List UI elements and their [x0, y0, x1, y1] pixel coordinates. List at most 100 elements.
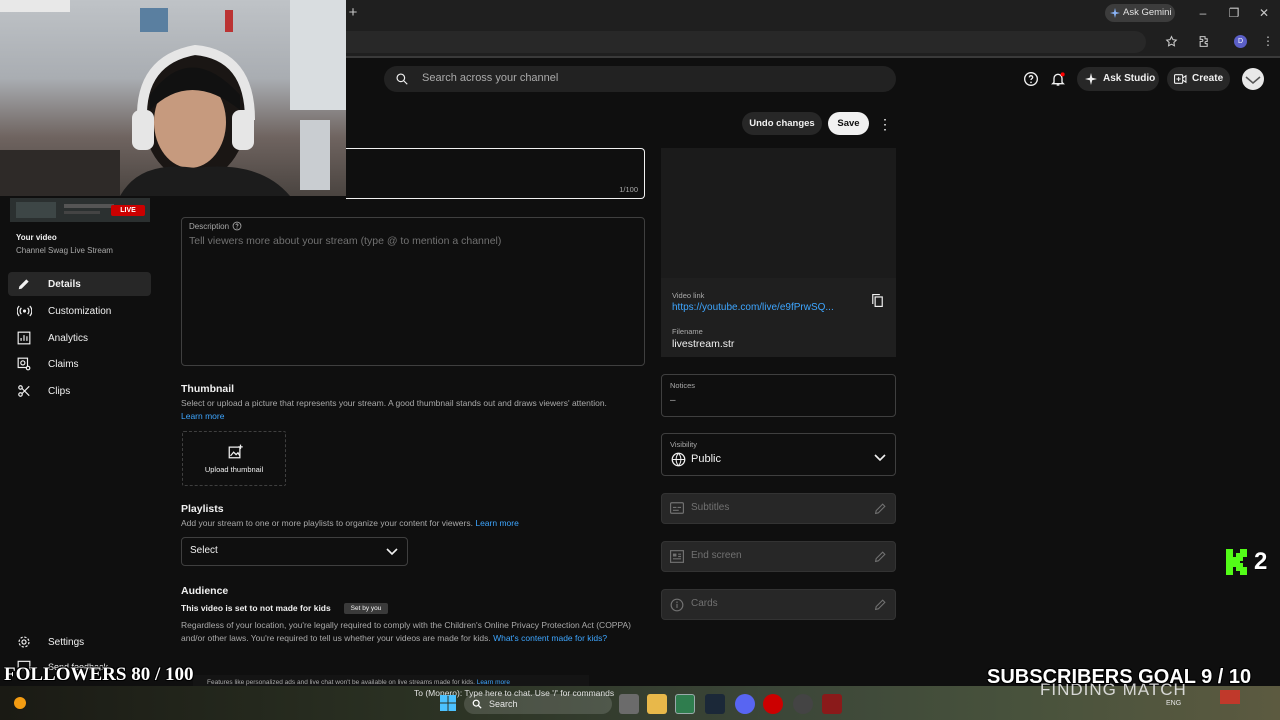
restore-window-button[interactable]: ❐ — [1226, 5, 1242, 21]
edit-pencil-icon[interactable] — [874, 502, 887, 515]
chevron-down-icon — [874, 454, 886, 462]
new-tab-button[interactable]: + — [346, 5, 360, 21]
your-video-label: Your video — [16, 233, 57, 242]
edit-pencil-icon[interactable] — [874, 598, 887, 611]
extensions-icon[interactable] — [1198, 35, 1211, 48]
save-button[interactable]: Save — [828, 112, 869, 135]
sidebar-item-label: Analytics — [48, 333, 89, 344]
globe-icon — [671, 452, 686, 467]
sidebar-item-label: Customization — [48, 306, 112, 317]
close-window-button[interactable]: ✕ — [1256, 5, 1272, 21]
ask-studio-button[interactable]: Ask Studio — [1077, 67, 1159, 91]
create-button[interactable]: Create — [1167, 67, 1230, 91]
undo-changes-button[interactable]: Undo changes — [742, 112, 822, 135]
sidebar-settings[interactable]: Settings — [8, 630, 151, 654]
browser-menu-icon[interactable]: ⋮ — [1262, 34, 1274, 48]
video-preview-player[interactable] — [661, 148, 896, 278]
score-counter: 2 — [1254, 548, 1268, 575]
thumbnail-text: Select or upload a picture that represen… — [181, 398, 607, 408]
notices-label: Notices — [670, 381, 696, 390]
footer-learn-more-link[interactable]: Learn more — [477, 679, 510, 686]
sidebar-item-label: Clips — [48, 386, 71, 397]
gear-icon — [18, 636, 30, 648]
pencil-icon — [18, 279, 29, 290]
video-title-label: Channel Swag Live Stream — [16, 246, 113, 255]
help-circle-icon[interactable] — [232, 221, 242, 231]
sidebar-item-details[interactable]: Details — [8, 272, 151, 296]
sidebar-item-claims[interactable]: Claims — [8, 352, 151, 376]
sidebar-item-customization[interactable]: Customization — [8, 299, 151, 323]
chrome-icon[interactable] — [675, 694, 695, 714]
audience-status: This video is set to not made for kids — [181, 603, 331, 613]
live-badge: LIVE — [111, 205, 145, 216]
kick-k-graphic — [1226, 549, 1247, 575]
add-image-icon — [228, 444, 243, 459]
edit-pencil-icon[interactable] — [874, 550, 887, 563]
title-character-counter: 1/100 — [619, 185, 638, 194]
chevron-down-icon — [386, 548, 398, 556]
info-icon — [670, 598, 684, 612]
cards-label: Cards — [691, 598, 718, 609]
minimize-window-button[interactable]: – — [1195, 5, 1211, 21]
address-bar[interactable] — [346, 31, 1146, 53]
sparkle-icon — [1085, 73, 1097, 85]
weather-icon[interactable] — [14, 697, 26, 709]
more-options-icon[interactable]: ⋮ — [878, 115, 892, 133]
taskbar-search-box[interactable]: Search — [464, 694, 612, 714]
gemini-star-icon — [1110, 8, 1120, 18]
taskbar-search-label: Search — [489, 699, 518, 709]
whats-content-made-for-kids-link[interactable]: What's content made for kids? — [493, 633, 607, 643]
account-avatar[interactable] — [1242, 68, 1264, 90]
file-explorer-icon[interactable] — [647, 694, 667, 714]
discord-icon[interactable] — [735, 694, 755, 714]
copyright-claims-icon — [17, 357, 31, 371]
webcam-person-image — [0, 0, 346, 196]
filename-value: livestream.str — [672, 338, 735, 350]
filename-label: Filename — [672, 327, 703, 336]
sidebar-item-analytics[interactable]: Analytics — [8, 326, 151, 350]
create-video-icon — [1174, 74, 1187, 84]
subtitles-label: Subtitles — [691, 502, 730, 513]
app-icon[interactable] — [822, 694, 842, 714]
playlist-select-value: Select — [190, 545, 218, 556]
playlist-select[interactable]: Select — [181, 537, 408, 566]
thumbnail-learn-more-link[interactable]: Learn more — [181, 411, 224, 421]
end-screen-label: End screen — [691, 550, 742, 561]
obs-icon[interactable] — [793, 694, 813, 714]
sidebar-item-clips[interactable]: Clips — [8, 379, 151, 403]
subtitles-icon — [670, 502, 684, 514]
video-link[interactable]: https://youtube.com/live/e9fPrwSQ... — [672, 302, 852, 313]
search-icon — [472, 699, 482, 709]
avatar-graphic — [1245, 76, 1261, 84]
audience-description: Regardless of your location, you're lega… — [181, 619, 637, 645]
cards-row[interactable]: Cards — [661, 589, 896, 620]
notices-card: Notices – — [661, 374, 896, 417]
settings-label: Settings — [48, 637, 85, 648]
browser-profile-avatar[interactable]: D — [1234, 35, 1247, 48]
notifications-bell-icon[interactable] — [1050, 71, 1066, 87]
kick-logo-icon — [1226, 549, 1248, 575]
notices-value: – — [670, 395, 676, 406]
upload-thumbnail-button[interactable]: Upload thumbnail — [182, 431, 286, 486]
bookmark-star-icon[interactable] — [1165, 35, 1178, 48]
task-view-icon[interactable] — [619, 694, 639, 714]
create-label: Create — [1192, 73, 1224, 84]
playlists-section-title: Playlists — [181, 503, 224, 515]
bar-chart-icon — [17, 331, 31, 345]
youtube-icon[interactable] — [763, 694, 783, 714]
steam-icon[interactable] — [705, 694, 725, 714]
scissors-icon — [18, 385, 30, 397]
end-screen-row[interactable]: End screen — [661, 541, 896, 572]
help-icon[interactable] — [1023, 71, 1039, 87]
windows-start-icon[interactable] — [440, 695, 456, 711]
playlists-text: Add your stream to one or more playlists… — [181, 518, 473, 528]
playlists-learn-more-link[interactable]: Learn more — [475, 518, 518, 528]
subtitles-row[interactable]: Subtitles — [661, 493, 896, 524]
copy-icon[interactable] — [871, 293, 884, 308]
search-placeholder: Search across your channel — [422, 72, 559, 84]
visibility-select[interactable]: Visibility Public — [661, 433, 896, 476]
visibility-value: Public — [691, 453, 721, 465]
sidebar-item-label: Claims — [48, 359, 79, 370]
ask-gemini-label: Ask Gemini — [1123, 7, 1172, 18]
system-tray-icon[interactable] — [1220, 690, 1240, 704]
